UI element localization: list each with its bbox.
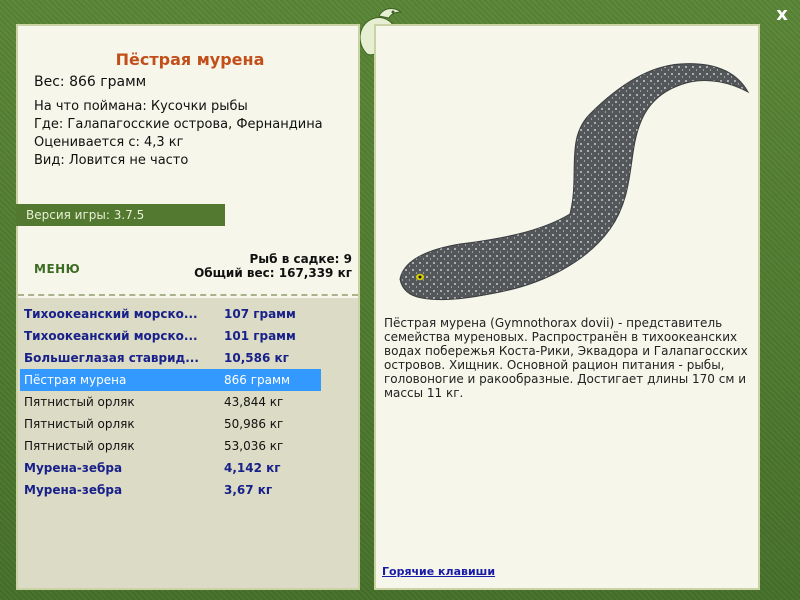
catch-fish-weight: 866 грамм — [224, 373, 291, 387]
location-text: Где: Галапагосские острова, Фернандина — [34, 117, 323, 132]
fish-details: На что поймана: Кусочки рыбы Где: Галапа… — [34, 98, 323, 170]
catch-fish-weight: 101 грамм — [224, 329, 296, 343]
valued-from-text: Оценивается с: 4,3 кг — [34, 135, 184, 150]
version-bar: Версия игры: 3.7.5 — [16, 204, 225, 226]
catch-fish-weight: 10,586 кг — [224, 351, 289, 365]
menu-button[interactable]: МЕНЮ — [34, 262, 80, 276]
close-icon: x — [776, 4, 788, 25]
catch-fish-name: Пятнистый орляк — [24, 395, 135, 409]
catch-fish-weight: 53,036 кг — [224, 439, 284, 453]
catch-list-row[interactable]: Пятнистый орляк 53,036 кг — [20, 435, 321, 457]
catch-fish-name: Большеглазая ставрид... — [24, 351, 199, 365]
catch-list-row[interactable]: Большеглазая ставрид... 10,586 кг — [20, 347, 321, 369]
frequency-text: Вид: Ловится не часто — [34, 153, 189, 168]
catch-fish-name: Мурена-зебра — [24, 483, 123, 497]
hotkeys-link[interactable]: Горячие клавиши — [382, 565, 495, 578]
catch-fish-weight: 107 грамм — [224, 307, 296, 321]
catch-fish-name: Тихоокеанский морско... — [24, 307, 198, 321]
caught-on-text: На что поймана: Кусочки рыбы — [34, 99, 248, 114]
total-weight: Общий вес: 167,339 кг — [194, 266, 352, 280]
fish-title: Пёстрая мурена — [115, 50, 265, 69]
catch-list: Тихоокеанский морско... 107 грамм Тихоокеа… — [20, 303, 321, 501]
catch-list-row[interactable]: Тихоокеанский морско... 107 грамм — [20, 303, 321, 325]
catch-fish-weight: 3,67 кг — [224, 483, 273, 497]
catch-fish-weight: 50,986 кг — [224, 417, 284, 431]
catch-list-row[interactable]: Пятнистый орляк 50,986 кг — [20, 413, 321, 435]
catch-list-row[interactable]: Пёстрая мурена 866 грамм — [20, 369, 321, 391]
close-button[interactable]: x — [771, 4, 793, 26]
divider — [18, 294, 358, 296]
keepnet-stats: Рыб в садке: 9 Общий вес: 167,339 кг — [194, 252, 352, 280]
catch-fish-weight: 43,844 кг — [224, 395, 284, 409]
catch-fish-name: Пёстрая мурена — [24, 373, 127, 387]
catch-list-row[interactable]: Тихоокеанский морско... 101 грамм — [20, 325, 321, 347]
catch-fish-name: Пятнистый орляк — [24, 439, 135, 453]
moray-eel-illustration — [399, 63, 750, 301]
catch-list-row[interactable]: Мурена-зебра 4,142 кг — [20, 457, 321, 479]
fish-description-panel: Пёстрая мурена (Gymnothorax dovii) - пре… — [374, 24, 760, 590]
catch-list-row[interactable]: Мурена-зебра 3,67 кг — [20, 479, 321, 501]
fish-weight: Вес: 866 грамм — [34, 74, 147, 90]
catch-fish-name: Тихоокеанский морско... — [24, 329, 198, 343]
catch-fish-weight: 4,142 кг — [224, 461, 281, 475]
fish-description: Пёстрая мурена (Gymnothorax dovii) - пре… — [384, 316, 748, 400]
fish-count: Рыб в садке: 9 — [249, 252, 353, 266]
catch-fish-name: Пятнистый орляк — [24, 417, 135, 431]
catch-list-row[interactable]: Пятнистый орляк 43,844 кг — [20, 391, 321, 413]
catch-fish-name: Мурена-зебра — [24, 461, 123, 475]
